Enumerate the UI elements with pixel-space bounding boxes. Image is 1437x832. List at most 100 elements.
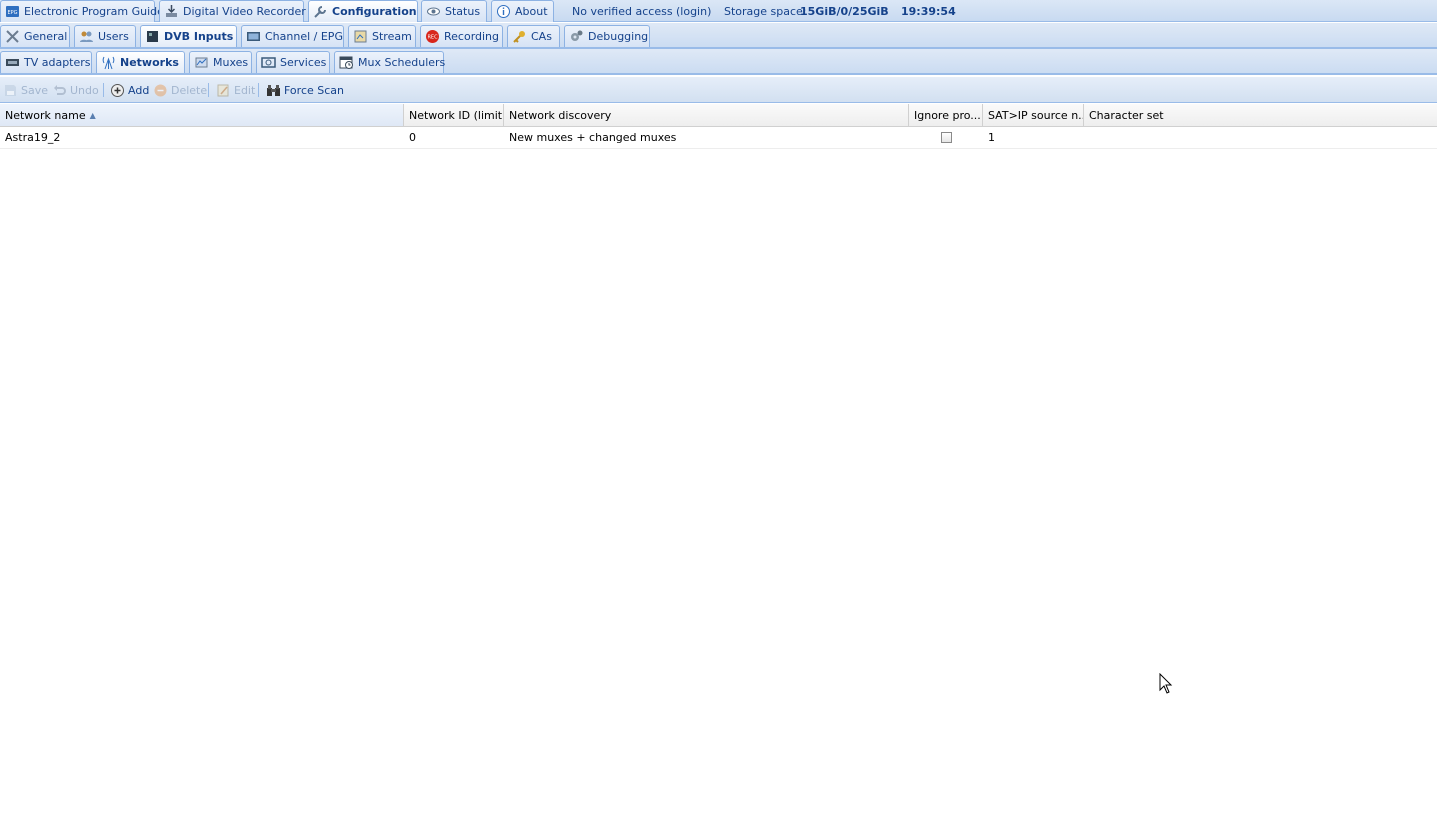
delete-button[interactable]: Delete bbox=[153, 82, 207, 98]
access-status: No verified access bbox=[572, 4, 673, 18]
configuration-tab-bar: General Users DVB Inputs Channel / EPG S… bbox=[0, 23, 1437, 49]
cell-character-set[interactable] bbox=[1084, 127, 1437, 148]
tab-configuration[interactable]: Configuration bbox=[308, 0, 418, 22]
tab-label: Services bbox=[280, 56, 327, 69]
tab-label: Muxes bbox=[213, 56, 249, 69]
tab-tv-adapters[interactable]: TV adapters bbox=[0, 51, 92, 73]
edit-button[interactable]: Edit bbox=[216, 82, 255, 98]
force-scan-button[interactable]: Force Scan bbox=[266, 82, 344, 98]
tab-users[interactable]: Users bbox=[74, 25, 136, 47]
save-button[interactable]: Save bbox=[3, 82, 48, 98]
tab-debugging[interactable]: Debugging bbox=[564, 25, 650, 47]
cell-network-discovery[interactable]: New muxes + changed muxes bbox=[504, 127, 909, 148]
ignore-provider-checkbox[interactable] bbox=[940, 132, 952, 143]
tools-icon bbox=[5, 29, 20, 44]
tab-label: General bbox=[24, 30, 68, 43]
undo-label: Undo bbox=[70, 83, 99, 97]
stream-icon bbox=[353, 29, 368, 44]
tab-label: Digital Video Recorder bbox=[183, 5, 306, 18]
column-satip-source[interactable]: SAT>IP source n... bbox=[983, 104, 1084, 126]
clock: 19:39:54 bbox=[901, 3, 956, 19]
tab-label: Electronic Program Guide bbox=[24, 5, 164, 18]
table-row[interactable]: Astra19_2 0 New muxes + changed muxes 1 bbox=[0, 127, 1437, 149]
toolbar-separator bbox=[208, 83, 209, 97]
tab-label: Networks bbox=[120, 56, 179, 69]
tab-label: Channel / EPG bbox=[265, 30, 343, 43]
eye-icon bbox=[426, 4, 441, 19]
gears-icon bbox=[569, 29, 584, 44]
add-label: Add bbox=[128, 83, 150, 97]
scheduler-icon bbox=[339, 55, 354, 70]
epg-icon: EPG bbox=[5, 4, 20, 19]
undo-icon bbox=[52, 83, 67, 98]
tab-digital-video-recorder[interactable]: Digital Video Recorder bbox=[159, 0, 306, 22]
tab-mux-schedulers[interactable]: Mux Schedulers bbox=[334, 51, 446, 73]
column-ignore-provider[interactable]: Ignore pro... bbox=[909, 104, 983, 126]
tab-label: TV adapters bbox=[24, 56, 91, 69]
tab-label: About bbox=[515, 5, 548, 18]
delete-label: Delete bbox=[171, 83, 208, 97]
tab-label: Debugging bbox=[588, 30, 649, 43]
delete-icon bbox=[153, 83, 168, 98]
column-character-set[interactable]: Character set bbox=[1084, 104, 1437, 126]
dvb-card-icon bbox=[145, 29, 160, 44]
column-network-name[interactable]: Network name ▲ bbox=[0, 104, 404, 126]
top-navigation-bar: EPG Electronic Program Guide Digital Vid… bbox=[0, 0, 1437, 22]
tab-label: Recording bbox=[444, 30, 500, 43]
tab-networks[interactable]: Networks bbox=[96, 51, 185, 73]
tv-icon bbox=[246, 29, 261, 44]
login-link[interactable]: (login) bbox=[676, 3, 711, 19]
info-icon bbox=[496, 4, 511, 19]
tab-general[interactable]: General bbox=[0, 25, 70, 47]
tab-services[interactable]: Services bbox=[256, 51, 330, 73]
binoculars-icon bbox=[266, 83, 281, 98]
add-icon bbox=[110, 83, 125, 98]
force-scan-label: Force Scan bbox=[284, 83, 345, 97]
column-label: Network name bbox=[5, 108, 86, 122]
cell-network-name[interactable]: Astra19_2 bbox=[0, 127, 404, 148]
save-label: Save bbox=[21, 83, 49, 97]
column-label: Character set bbox=[1089, 108, 1164, 122]
tab-recording[interactable]: REC Recording bbox=[420, 25, 503, 47]
mux-icon bbox=[194, 55, 209, 70]
rec-icon: REC bbox=[425, 29, 440, 44]
add-button[interactable]: Add bbox=[110, 82, 149, 98]
svg-text:REC: REC bbox=[427, 35, 438, 41]
column-label: Ignore pro... bbox=[914, 108, 981, 122]
cell-ignore-provider[interactable] bbox=[909, 127, 983, 148]
save-icon bbox=[3, 83, 18, 98]
storage-value: 15GiB/0/25GiB bbox=[800, 3, 889, 19]
dvb-inputs-tab-bar: TV adapters Networks Muxes Services Mux … bbox=[0, 49, 1437, 75]
cell-satip-source[interactable]: 1 bbox=[983, 127, 1084, 148]
tab-about[interactable]: About bbox=[491, 0, 554, 22]
toolbar-separator bbox=[103, 83, 104, 97]
adapter-icon bbox=[5, 55, 20, 70]
column-label: SAT>IP source n... bbox=[988, 108, 1084, 122]
key-icon bbox=[512, 29, 527, 44]
wrench-icon bbox=[313, 4, 328, 19]
grid-header: Network name ▲ Network ID (limit... Netw… bbox=[0, 104, 1437, 127]
tab-cas[interactable]: CAs bbox=[507, 25, 560, 47]
tab-electronic-program-guide[interactable]: EPG Electronic Program Guide bbox=[0, 0, 164, 22]
column-label: Network ID (limit... bbox=[409, 108, 504, 122]
tab-label: Users bbox=[98, 30, 129, 43]
column-network-discovery[interactable]: Network discovery bbox=[504, 104, 909, 126]
edit-label: Edit bbox=[234, 83, 256, 97]
tab-dvb-inputs[interactable]: DVB Inputs bbox=[140, 25, 237, 47]
undo-button[interactable]: Undo bbox=[52, 82, 99, 98]
tab-label: Stream bbox=[372, 30, 412, 43]
tab-status[interactable]: Status bbox=[421, 0, 487, 22]
storage-label: Storage space: bbox=[724, 4, 807, 18]
antenna-icon bbox=[101, 55, 116, 70]
column-network-id[interactable]: Network ID (limit... bbox=[404, 104, 504, 126]
tab-label: Configuration bbox=[332, 5, 417, 18]
cell-network-id[interactable]: 0 bbox=[404, 127, 504, 148]
tab-label: CAs bbox=[531, 30, 552, 43]
mouse-cursor-icon bbox=[1159, 673, 1173, 694]
tab-channel-epg[interactable]: Channel / EPG bbox=[241, 25, 344, 47]
tab-muxes[interactable]: Muxes bbox=[189, 51, 252, 73]
tab-label: Mux Schedulers bbox=[358, 56, 446, 69]
grid-toolbar: Save Undo Add Delete Edit Force Scan bbox=[0, 77, 1437, 103]
tab-stream[interactable]: Stream bbox=[348, 25, 416, 47]
tab-label: Status bbox=[445, 5, 481, 18]
